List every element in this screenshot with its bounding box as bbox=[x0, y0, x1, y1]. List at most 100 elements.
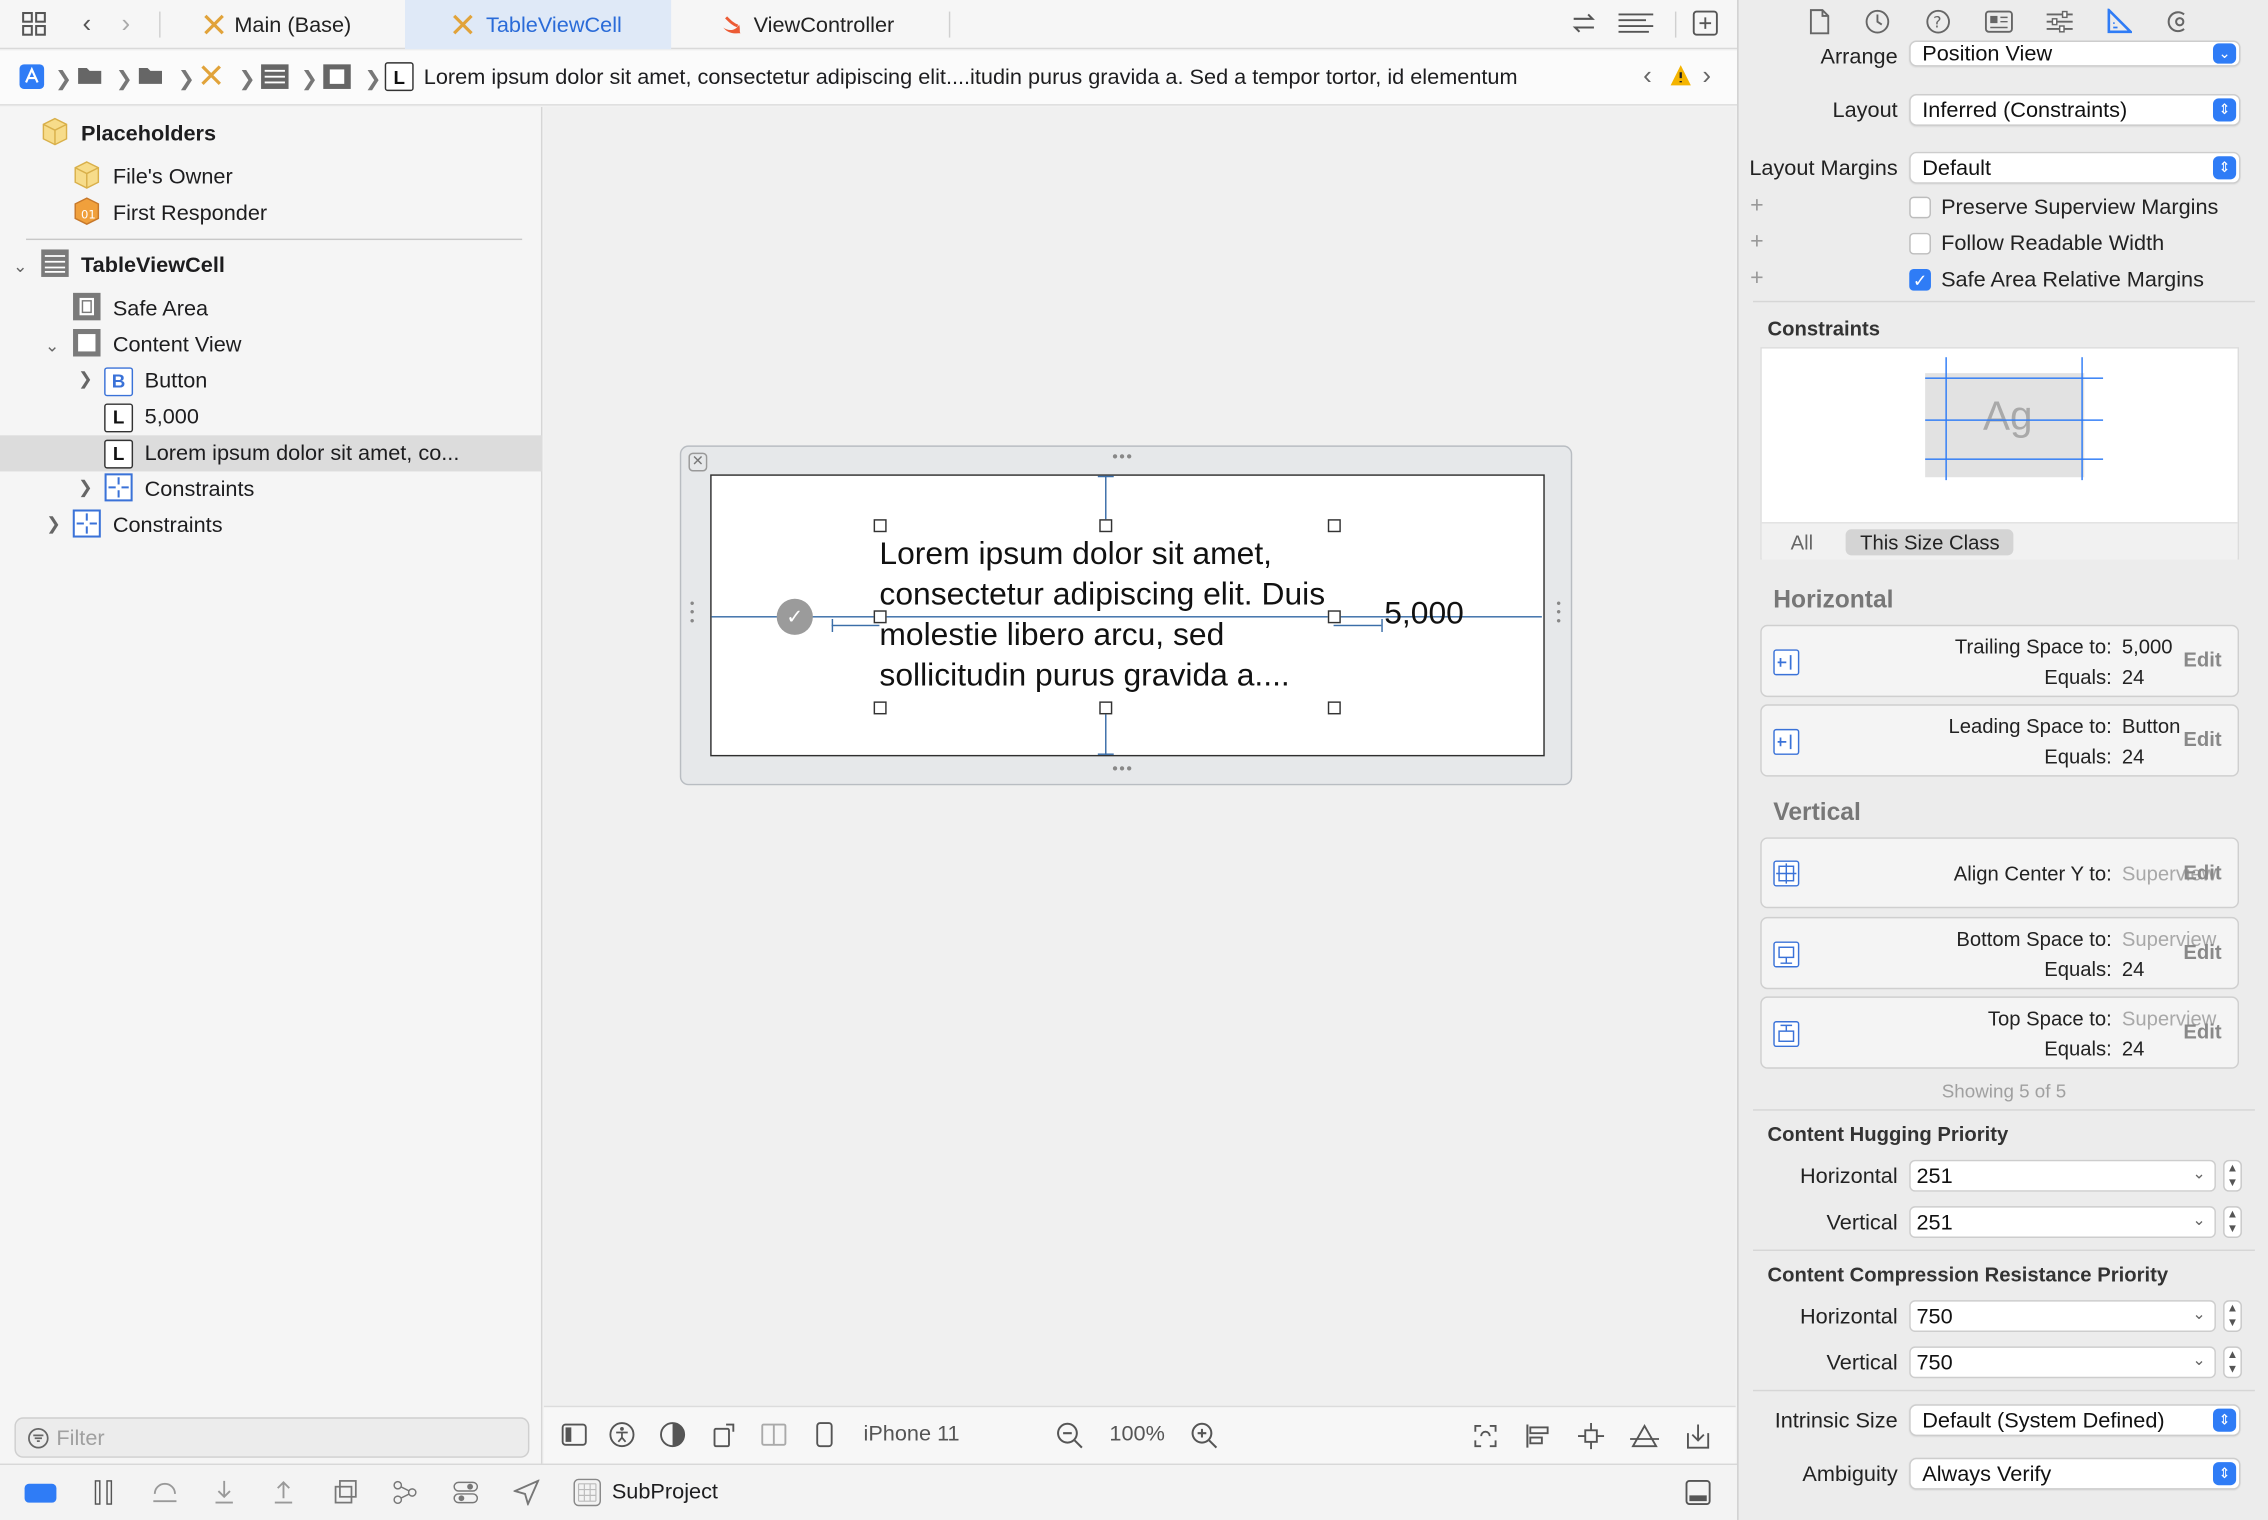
tab-main-base[interactable]: Main (Base) bbox=[191, 0, 405, 49]
tab-viewcontroller[interactable]: ViewController bbox=[674, 0, 949, 49]
checkmark-button-icon[interactable]: ✓ bbox=[776, 598, 813, 635]
outline-first-responder[interactable]: 01 First Responder bbox=[72, 195, 267, 231]
selection-handle[interactable] bbox=[1327, 610, 1341, 624]
split-view-icon[interactable] bbox=[761, 1422, 787, 1454]
size-inspector-icon[interactable] bbox=[2106, 6, 2134, 42]
add-constraints-icon[interactable] bbox=[1577, 1422, 1606, 1457]
selection-handle[interactable] bbox=[873, 519, 887, 533]
chevron-down-icon[interactable]: ⌄ bbox=[2192, 1210, 2205, 1229]
segment-all[interactable]: All bbox=[1791, 531, 1814, 554]
view-icon[interactable] bbox=[323, 64, 352, 97]
hugging-horizontal-field[interactable]: 251 ⌄ bbox=[1909, 1159, 2216, 1192]
follow-readable-width-checkbox[interactable] bbox=[1909, 232, 1931, 255]
edit-constraint-button[interactable]: Edit bbox=[2183, 1020, 2221, 1043]
outline-lorem-label[interactable]: L Lorem ipsum dolor sit amet, co... bbox=[0, 435, 543, 472]
resize-handle-bottom[interactable]: ••• bbox=[1112, 761, 1133, 778]
resize-handle-left[interactable]: • • • bbox=[690, 597, 695, 627]
intrinsic-size-popup[interactable]: Default (System Defined) ⇕ bbox=[1909, 1404, 2241, 1437]
resize-handle-top[interactable]: ••• bbox=[1112, 448, 1133, 465]
grid-icon[interactable] bbox=[22, 12, 48, 38]
selection-handle[interactable] bbox=[1327, 701, 1341, 715]
selection-handle[interactable] bbox=[1099, 519, 1113, 533]
top-space-constraint-card[interactable]: Top Space to: Superview Equals: 24 Edit bbox=[1760, 996, 2240, 1069]
zoom-out-icon[interactable] bbox=[1056, 1422, 1085, 1457]
close-scene-icon[interactable]: ✕ bbox=[688, 452, 708, 472]
compression-horizontal-stepper[interactable]: ▲ ▼ bbox=[2223, 1300, 2242, 1332]
device-icon[interactable] bbox=[816, 1422, 833, 1454]
content-view[interactable]: ✓ Lorem ipsum dolor sit amet, consectetu… bbox=[710, 474, 1545, 757]
disclosure-closed-icon[interactable]: ❯ bbox=[78, 477, 93, 497]
add-variation-icon[interactable]: + bbox=[1750, 266, 1764, 292]
folder-icon[interactable] bbox=[137, 64, 163, 94]
top-space-constraint[interactable] bbox=[1105, 475, 1107, 525]
leading-space-constraint-card[interactable]: Leading Space to: Button Equals: 24 Edit bbox=[1760, 704, 2240, 777]
chevron-down-icon[interactable]: ⌄ bbox=[2192, 1351, 2205, 1369]
disclosure-closed-icon[interactable]: ❯ bbox=[46, 513, 61, 533]
outline-button[interactable]: B Button bbox=[104, 363, 207, 399]
hugging-vertical-stepper[interactable]: ▲ ▼ bbox=[2223, 1206, 2242, 1238]
disclosure-open-icon[interactable]: ⌄ bbox=[13, 256, 28, 276]
jump-bar-path-text[interactable]: Lorem ipsum dolor sit amet, consectetur … bbox=[424, 65, 1518, 90]
edit-constraint-button[interactable]: Edit bbox=[2183, 860, 2221, 883]
outline-constraints-inner[interactable]: Constraints bbox=[104, 471, 254, 507]
outline-files-owner[interactable]: File's Owner bbox=[72, 159, 233, 195]
add-variation-icon[interactable]: + bbox=[1750, 230, 1764, 256]
swap-arrows-icon[interactable] bbox=[1571, 10, 1597, 43]
align-center-y-constraint-card[interactable]: Align Center Y to: Superview Edit bbox=[1760, 837, 2240, 909]
folder-icon[interactable] bbox=[77, 64, 103, 94]
compression-horizontal-field[interactable]: 750 ⌄ bbox=[1909, 1300, 2216, 1332]
table-cell-icon[interactable] bbox=[260, 64, 289, 97]
interface-builder-canvas[interactable]: ✕ ••• ••• • • • • • • ✓ Lorem ipsum dolor si… bbox=[543, 107, 1736, 1406]
embed-in-icon[interactable] bbox=[1684, 1422, 1713, 1457]
compression-vertical-stepper[interactable]: ▲ ▼ bbox=[2223, 1346, 2242, 1379]
xib-icon[interactable] bbox=[200, 64, 223, 94]
segment-this-size-class[interactable]: This Size Class bbox=[1845, 529, 2015, 556]
zoom-level[interactable]: 100% bbox=[1109, 1422, 1165, 1447]
connections-inspector-icon[interactable] bbox=[2165, 9, 2191, 42]
forward-arrow-icon[interactable]: › bbox=[121, 9, 130, 39]
toggle-outline-icon[interactable] bbox=[561, 1422, 587, 1454]
bottom-space-constraint-card[interactable]: Bottom Space to: Superview Equals: 24 Ed… bbox=[1760, 916, 2240, 990]
edit-constraint-button[interactable]: Edit bbox=[2183, 648, 2221, 671]
layout-margins-popup[interactable]: Default ⇕ bbox=[1909, 151, 2241, 184]
environment-overrides-icon[interactable] bbox=[453, 1479, 479, 1512]
ambiguity-popup[interactable]: Always Verify ⇕ bbox=[1909, 1457, 2241, 1490]
selection-handle[interactable] bbox=[873, 701, 887, 715]
selection-handle[interactable] bbox=[1327, 519, 1341, 533]
outline-constraints-outer[interactable]: Constraints bbox=[72, 508, 223, 544]
outline-filter-input[interactable]: Filter bbox=[14, 1417, 530, 1458]
location-icon[interactable] bbox=[512, 1479, 540, 1512]
outline-safe-area[interactable]: Safe Area bbox=[72, 291, 208, 327]
preserve-superview-margins-checkbox[interactable] bbox=[1909, 196, 1931, 219]
disclosure-closed-icon[interactable]: ❯ bbox=[78, 369, 93, 389]
next-issue-icon[interactable]: › bbox=[1702, 61, 1711, 91]
arrange-popup[interactable]: Position View ⌄ bbox=[1909, 40, 2241, 67]
edit-constraint-button[interactable]: Edit bbox=[2183, 727, 2221, 750]
compression-vertical-field[interactable]: 750 ⌄ bbox=[1909, 1346, 2216, 1379]
orientation-icon[interactable] bbox=[712, 1422, 738, 1454]
accessibility-icon[interactable] bbox=[609, 1422, 635, 1454]
step-in-icon[interactable] bbox=[213, 1479, 236, 1512]
lines-icon[interactable] bbox=[1617, 10, 1655, 43]
resize-handle-right[interactable]: • • • bbox=[1556, 597, 1561, 627]
constraints-preview[interactable]: Ag All This Size Class bbox=[1760, 347, 2240, 560]
history-inspector-icon[interactable] bbox=[1864, 9, 1890, 42]
hugging-horizontal-stepper[interactable]: ▲ ▼ bbox=[2223, 1159, 2242, 1192]
align-icon[interactable] bbox=[1525, 1422, 1554, 1457]
layout-popup[interactable]: Inferred (Constraints) ⇕ bbox=[1909, 94, 2241, 126]
add-editor-icon[interactable] bbox=[1692, 10, 1718, 43]
trailing-space-constraint-card[interactable]: Trailing Space to: 5,000 Equals: 24 Edit bbox=[1760, 624, 2240, 698]
outline-placeholders[interactable]: Placeholders bbox=[40, 116, 216, 152]
lorem-label[interactable]: Lorem ipsum dolor sit amet, consectetur … bbox=[879, 534, 1342, 696]
resolve-issues-icon[interactable] bbox=[1629, 1422, 1661, 1457]
outline-tableviewcell[interactable]: TableViewCell bbox=[40, 247, 225, 283]
disclosure-open-icon[interactable]: ⌄ bbox=[45, 336, 60, 356]
scheme-name[interactable]: SubProject bbox=[612, 1479, 718, 1504]
breakpoints-toggle-icon[interactable] bbox=[24, 1483, 57, 1503]
tab-tableviewcell[interactable]: TableViewCell bbox=[404, 0, 672, 50]
identity-inspector-icon[interactable] bbox=[1984, 9, 2013, 42]
toggle-debug-area-icon[interactable] bbox=[1685, 1479, 1711, 1512]
step-out-icon[interactable] bbox=[272, 1479, 295, 1512]
outline-content-view[interactable]: Content View bbox=[72, 327, 241, 363]
help-inspector-icon[interactable]: ? bbox=[1925, 9, 1951, 42]
